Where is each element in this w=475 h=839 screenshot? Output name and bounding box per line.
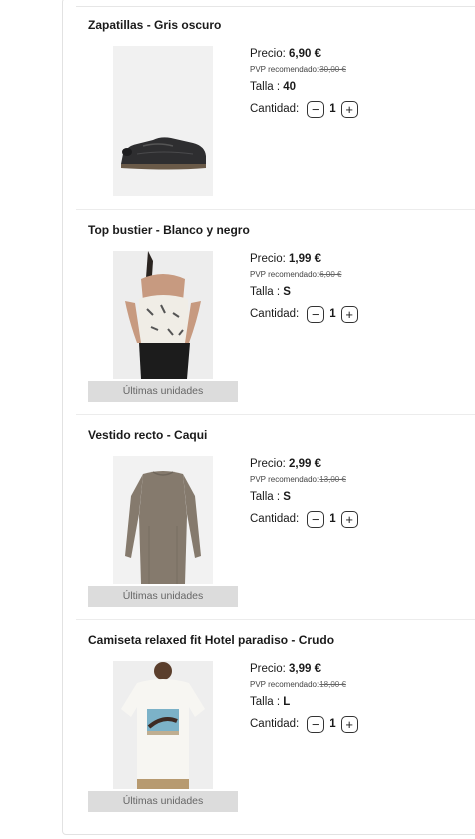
product-info: Precio: 3,99 € PVP recomendado:18,00 € T… <box>250 663 470 734</box>
quantity-label: Cantidad: <box>250 308 300 320</box>
pvp-value: 13,00 € <box>319 475 346 484</box>
divider <box>76 414 475 415</box>
pvp-value: 30,00 € <box>319 65 346 74</box>
pvp-label: PVP recomendado: <box>250 270 320 279</box>
divider <box>76 6 475 7</box>
pvp-label: PVP recomendado: <box>250 475 320 484</box>
quantity-label: Cantidad: <box>250 718 300 730</box>
price-value: 2,99 € <box>289 458 321 470</box>
product-title[interactable]: Top bustier - Blanco y negro <box>88 223 250 237</box>
size-value: L <box>283 696 291 708</box>
quantity-stepper: Cantidad: − 1 + <box>250 99 470 119</box>
product-image[interactable] <box>113 251 213 379</box>
pvp-label: PVP recomendado: <box>250 65 320 74</box>
pvp-value: 6,00 € <box>319 270 342 279</box>
product-image[interactable] <box>113 456 213 584</box>
increase-quantity-button[interactable]: + <box>340 510 358 528</box>
price-label: Precio: <box>250 458 286 470</box>
quantity-value: 1 <box>329 513 336 525</box>
decrease-quantity-button[interactable]: − <box>307 100 325 118</box>
quantity-label: Cantidad: <box>250 103 300 115</box>
increase-quantity-button[interactable]: + <box>340 100 358 118</box>
product-info: Precio: 1,99 € PVP recomendado:6,00 € Ta… <box>250 253 470 324</box>
pvp-value: 18,00 € <box>319 680 346 689</box>
product-image[interactable] <box>113 46 213 196</box>
quantity-stepper: Cantidad: − 1 + <box>250 304 470 324</box>
size-label: Talla : <box>250 81 281 93</box>
decrease-quantity-button[interactable]: − <box>307 305 325 323</box>
divider <box>76 209 475 210</box>
product-title[interactable]: Zapatillas - Gris oscuro <box>88 18 221 32</box>
product-info: Precio: 6,90 € PVP recomendado:30,00 € T… <box>250 48 470 119</box>
divider <box>76 619 475 620</box>
last-units-badge: Últimas unidades <box>88 586 238 607</box>
increase-quantity-button[interactable]: + <box>340 305 358 323</box>
increase-quantity-button[interactable]: + <box>340 715 358 733</box>
last-units-badge: Últimas unidades <box>88 791 238 812</box>
pvp-label: PVP recomendado: <box>250 680 320 689</box>
price-value: 3,99 € <box>289 663 321 675</box>
product-title[interactable]: Camiseta relaxed fit Hotel paradiso - Cr… <box>88 633 334 647</box>
quantity-value: 1 <box>329 718 336 730</box>
product-info: Precio: 2,99 € PVP recomendado:13,00 € T… <box>250 458 470 529</box>
product-image[interactable] <box>113 661 213 789</box>
size-label: Talla : <box>250 696 281 708</box>
price-label: Precio: <box>250 253 286 265</box>
size-value: S <box>283 286 291 298</box>
product-title[interactable]: Vestido recto - Caqui <box>88 428 207 442</box>
size-label: Talla : <box>250 286 281 298</box>
size-label: Talla : <box>250 491 281 503</box>
quantity-value: 1 <box>329 103 336 115</box>
quantity-label: Cantidad: <box>250 513 300 525</box>
last-units-badge: Últimas unidades <box>88 381 238 402</box>
quantity-stepper: Cantidad: − 1 + <box>250 509 470 529</box>
price-label: Precio: <box>250 48 286 60</box>
decrease-quantity-button[interactable]: − <box>307 715 325 733</box>
price-value: 6,90 € <box>289 48 321 60</box>
price-value: 1,99 € <box>289 253 321 265</box>
quantity-value: 1 <box>329 308 336 320</box>
size-value: 40 <box>283 81 297 93</box>
size-value: S <box>283 491 291 503</box>
price-label: Precio: <box>250 663 286 675</box>
decrease-quantity-button[interactable]: − <box>307 510 325 528</box>
quantity-stepper: Cantidad: − 1 + <box>250 714 470 734</box>
